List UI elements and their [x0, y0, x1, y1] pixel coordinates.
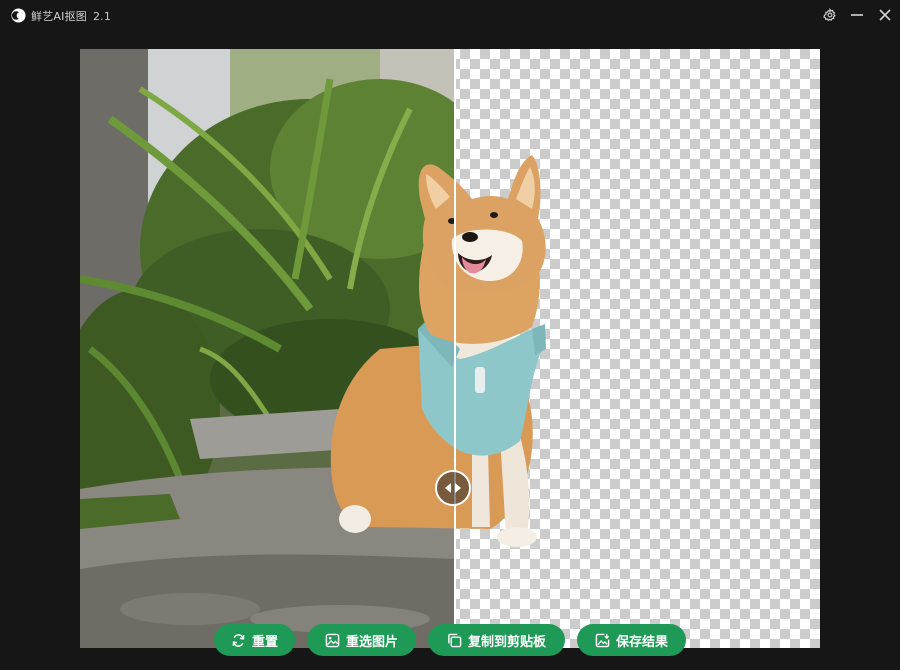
- save-result-button[interactable]: 保存结果: [577, 624, 686, 656]
- copy-to-clipboard-button-label: 复制到剪贴板: [467, 634, 546, 650]
- compare-canvas: [80, 49, 820, 648]
- minimize-icon: [851, 14, 863, 16]
- close-button[interactable]: [874, 4, 896, 26]
- reselect-image-button[interactable]: 重选图片: [307, 624, 416, 656]
- app-window: 鲜艺AI抠图 2.1 重置 重选图片 复制到剪贴板 保存结果: [0, 0, 900, 670]
- refresh-icon: [232, 633, 245, 647]
- compare-slider-handle[interactable]: [435, 470, 471, 506]
- action-bar: 重置 重选图片 复制到剪贴板 保存结果: [0, 624, 900, 656]
- copy-icon: [448, 633, 462, 647]
- save-result-button-label: 保存结果: [615, 634, 668, 650]
- gear-icon: [823, 8, 836, 22]
- copy-to-clipboard-button[interactable]: 复制到剪贴板: [428, 624, 565, 656]
- image-compare-view[interactable]: [80, 49, 820, 648]
- app-version: 2.1: [92, 10, 112, 23]
- arrows-left-right-icon: [445, 483, 461, 493]
- app-name: 鲜艺AI抠图: [31, 10, 87, 23]
- close-icon: [879, 9, 891, 21]
- minimize-button[interactable]: [846, 4, 868, 26]
- app-logo-icon: [11, 8, 26, 23]
- reset-button-label: 重置: [251, 634, 278, 650]
- reselect-image-button-label: 重选图片: [345, 634, 398, 650]
- app-title: 鲜艺AI抠图 2.1: [31, 8, 111, 24]
- compare-divider-line: [454, 49, 456, 648]
- image-save-icon: [595, 633, 610, 647]
- reset-button[interactable]: 重置: [214, 624, 295, 656]
- image-icon: [325, 633, 340, 647]
- title-bar: 鲜艺AI抠图 2.1: [0, 0, 900, 32]
- settings-button[interactable]: [819, 4, 841, 26]
